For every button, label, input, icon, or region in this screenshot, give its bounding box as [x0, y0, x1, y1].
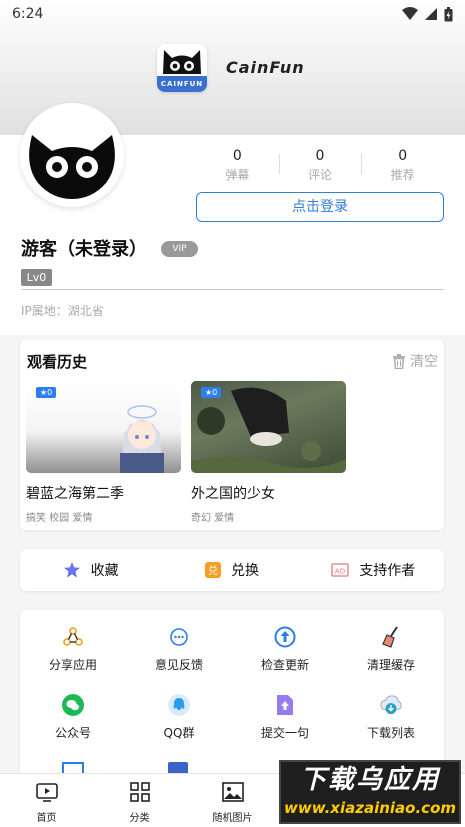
app-name: CainFun — [226, 58, 305, 77]
nav-label: 随机图片 — [212, 813, 253, 824]
feedback-icon — [170, 628, 188, 646]
history-item-tags: 奇幻 爱情 — [191, 513, 235, 524]
tool-check-update[interactable]: 检查更新 — [232, 626, 338, 673]
username: 游客（未登录） — [21, 239, 147, 260]
tool-clear-cache[interactable]: 清理缓存 — [338, 626, 444, 673]
cat-logo-icon — [163, 50, 201, 74]
image-icon — [221, 782, 244, 802]
tool-label: 下载列表 — [366, 726, 415, 740]
logo-label: CAINFUN — [157, 76, 207, 92]
tool-label: 公众号 — [54, 726, 91, 740]
qq-icon — [168, 694, 190, 716]
avatar[interactable] — [20, 103, 124, 207]
grid-icon — [129, 782, 150, 802]
clear-label: 清空 — [410, 354, 438, 370]
stat-danmaku[interactable]: 0 弹幕 — [196, 148, 279, 182]
stat-label: 弹幕 — [225, 168, 250, 182]
update-icon — [274, 626, 296, 648]
tool-download-list[interactable]: 下载列表 — [338, 694, 444, 741]
history-thumbnail: ★0 — [26, 381, 181, 473]
nav-home[interactable]: 首页 — [0, 774, 93, 827]
tool-label: 检查更新 — [260, 658, 309, 672]
watermark: 下载乌应用 www.xiazainiao.com — [279, 760, 461, 824]
tool-label: 意见反馈 — [154, 658, 203, 672]
nav-label: 首页 — [36, 813, 57, 824]
login-button[interactable]: 点击登录 — [196, 192, 444, 222]
rating-badge: ★0 — [201, 387, 222, 398]
broom-icon — [382, 626, 398, 648]
stats-row: 0 弹幕 0 评论 0 推荐 — [196, 148, 444, 182]
status-time: 6:24 — [12, 6, 44, 22]
stat-value: 0 — [232, 148, 242, 164]
tool-share[interactable]: 分享应用 — [20, 626, 126, 673]
watch-history-card: 观看历史 清空 ★0 碧蓝之海第二季 搞笑 校园 爱情 ★0 外之国的少女 奇幻… — [20, 340, 444, 530]
svg-text:AD: AD — [335, 568, 345, 576]
app-logo: CAINFUN — [157, 44, 207, 92]
action-bar: 收藏 兑 兑换 AD 支持作者 — [20, 549, 444, 591]
watermark-sub: www.xiazainiao.com — [283, 799, 457, 817]
stat-value: 0 — [315, 148, 325, 164]
rating-badge: ★0 — [36, 387, 57, 398]
tool-official-account[interactable]: 公众号 — [20, 694, 126, 741]
tool-label: QQ群 — [163, 726, 195, 740]
history-title: 观看历史 — [27, 353, 88, 371]
history-item-title: 外之国的少女 — [191, 486, 275, 502]
tools-grid: 分享应用 意见反馈 检查更新 清理缓存 公众号 QQ群 提交一句 下载列表 — [20, 610, 444, 785]
stat-label: 推荐 — [390, 168, 415, 182]
share-icon — [63, 627, 83, 646]
stat-comments[interactable]: 0 评论 — [278, 148, 362, 182]
wechat-icon — [62, 694, 84, 716]
stat-recommend[interactable]: 0 推荐 — [361, 148, 444, 182]
support-author-button[interactable]: AD 支持作者 — [303, 549, 444, 591]
action-label: 兑换 — [230, 563, 259, 579]
history-item-tags: 搞笑 校园 爱情 — [26, 513, 93, 524]
submit-icon — [277, 695, 293, 715]
history-item[interactable]: ★0 外之国的少女 奇幻 爱情 — [191, 381, 346, 524]
favorites-button[interactable]: 收藏 — [20, 549, 161, 591]
svg-text:兑: 兑 — [208, 564, 218, 577]
trash-icon — [393, 353, 405, 369]
tool-label: 分享应用 — [48, 658, 97, 672]
history-item-title: 碧蓝之海第二季 — [26, 486, 124, 502]
stat-label: 评论 — [308, 168, 333, 182]
star-icon — [63, 562, 80, 578]
exchange-icon: 兑 — [204, 562, 221, 578]
signal-icon — [425, 8, 437, 20]
tool-qq-group[interactable]: QQ群 — [126, 694, 232, 741]
ip-location: IP属地：湖北省 — [21, 304, 104, 318]
exchange-button[interactable]: 兑 兑换 — [161, 549, 302, 591]
cat-avatar-icon — [29, 135, 115, 199]
divider — [21, 289, 444, 290]
battery-icon — [444, 6, 453, 21]
level-badge: Lv0 — [21, 269, 52, 286]
wifi-icon — [402, 7, 418, 20]
history-thumbnail: ★0 — [191, 381, 346, 473]
nav-label: 分类 — [129, 813, 150, 824]
vip-badge: VIP — [161, 241, 198, 257]
tool-feedback[interactable]: 意见反馈 — [126, 626, 232, 673]
support-icon: AD — [331, 563, 349, 577]
nav-category[interactable]: 分类 — [93, 774, 186, 827]
tool-label: 提交一句 — [260, 726, 309, 740]
tool-label: 清理缓存 — [366, 658, 415, 672]
status-bar: 6:24 — [0, 0, 465, 28]
nav-random-image[interactable]: 随机图片 — [186, 774, 279, 827]
stat-value: 0 — [398, 148, 408, 164]
tool-submit-quote[interactable]: 提交一句 — [232, 694, 338, 741]
history-item[interactable]: ★0 碧蓝之海第二季 搞笑 校园 爱情 — [26, 381, 181, 524]
action-label: 收藏 — [90, 563, 119, 579]
tv-icon — [35, 783, 58, 802]
action-label: 支持作者 — [359, 563, 416, 579]
clear-history-button[interactable]: 清空 — [392, 351, 438, 371]
download-icon — [380, 695, 402, 715]
watermark-main: 下载乌应用 — [299, 765, 440, 795]
